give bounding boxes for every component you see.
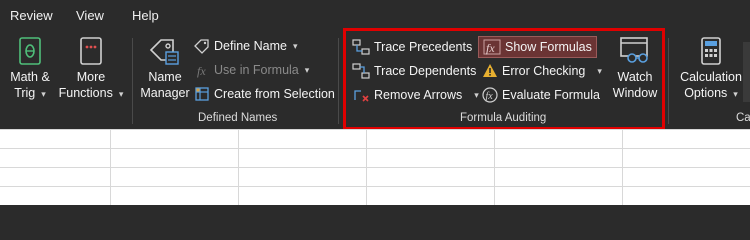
calculation-options-button[interactable]: Calculation Options ▾ — [676, 36, 746, 102]
trace-precedents-icon — [352, 39, 370, 55]
svg-text:fx: fx — [486, 41, 495, 55]
trace-dependents-button[interactable]: Trace Dependents — [352, 60, 476, 82]
name-manager-label-2: Manager — [140, 86, 190, 100]
formula-auditing-group-label: Formula Auditing — [460, 112, 547, 124]
create-from-selection-icon — [195, 87, 209, 101]
ribbon-tabs: Review View Help — [0, 0, 750, 32]
show-formulas-button[interactable]: fx Show Formulas — [478, 36, 597, 58]
gridline — [238, 129, 239, 205]
math-trig-button[interactable]: Math & Trig ▾ — [6, 36, 54, 102]
ribbon: Math & Trig ▾ More Functions ▾ Name Manage… — [0, 32, 750, 129]
worksheet-grid[interactable] — [0, 129, 750, 205]
gridline — [110, 129, 111, 205]
name-manager-icon — [149, 39, 179, 65]
show-formulas-label: Show Formulas — [505, 40, 592, 54]
more-functions-icon — [80, 37, 102, 65]
group-separator — [338, 38, 339, 124]
use-in-formula-icon: fx — [197, 64, 206, 78]
remove-arrows-label: Remove Arrows — [374, 88, 463, 102]
more-functions-label-2: Functions ▾ — [58, 86, 124, 100]
defined-names-group-label: Defined Names — [198, 112, 278, 124]
tab-review[interactable]: Review — [10, 8, 53, 23]
show-formulas-icon: fx — [483, 39, 501, 55]
watch-window-label-1: Watch — [617, 70, 653, 84]
math-trig-label-1: Math & — [10, 70, 50, 84]
gridline — [0, 167, 750, 168]
evaluate-formula-icon: fx — [482, 87, 498, 103]
calculation-options-icon — [701, 37, 721, 65]
calculation-options-label-2: Options ▾ — [684, 86, 738, 100]
trace-dependents-label: Trace Dependents — [374, 64, 477, 78]
tab-help[interactable]: Help — [132, 8, 159, 23]
svg-text:fx: fx — [486, 91, 494, 102]
define-name-label: Define Name — [214, 39, 287, 53]
define-name-button[interactable]: Define Name ▾ — [194, 35, 297, 57]
error-checking-label: Error Checking — [502, 64, 586, 78]
evaluate-formula-button[interactable]: fx Evaluate Formula — [482, 84, 600, 106]
error-checking-button[interactable]: Error Checking ▾ — [482, 60, 602, 82]
watch-window-icon — [620, 37, 648, 63]
watch-window-button[interactable]: Watch Window — [606, 36, 664, 101]
trace-precedents-button[interactable]: Trace Precedents — [352, 36, 472, 58]
calculation-group-label-partial: Ca — [736, 112, 750, 124]
trace-precedents-label: Trace Precedents — [374, 40, 473, 54]
define-name-icon — [194, 39, 209, 54]
gridline — [366, 129, 367, 205]
svg-text:fx: fx — [197, 64, 206, 78]
tab-view[interactable]: View — [76, 8, 104, 23]
watch-window-label-2: Window — [612, 86, 658, 100]
create-from-selection-button[interactable]: Create from Selection — [194, 83, 335, 105]
remove-arrows-icon — [354, 90, 369, 102]
group-separator — [132, 38, 133, 124]
gridline — [494, 129, 495, 205]
use-in-formula-label: Use in Formula — [214, 63, 299, 77]
evaluate-formula-label: Evaluate Formula — [502, 88, 600, 102]
math-trig-label-2: Trig ▾ — [14, 86, 46, 100]
more-functions-label-1: More — [76, 70, 106, 84]
trace-dependents-icon — [352, 63, 370, 79]
gridline — [0, 186, 750, 187]
create-from-selection-label: Create from Selection — [214, 87, 335, 101]
gridline — [0, 129, 750, 130]
calculate-now-icon-partial[interactable] — [743, 42, 750, 102]
remove-arrows-button[interactable]: Remove Arrows ▾ — [352, 84, 479, 106]
use-in-formula-button[interactable]: fx Use in Formula ▾ — [194, 59, 309, 81]
name-manager-button[interactable]: Name Manager — [138, 36, 192, 101]
gridline — [0, 148, 750, 149]
error-checking-icon — [483, 64, 497, 77]
math-trig-icon — [19, 37, 41, 65]
gridline — [622, 129, 623, 205]
group-separator — [668, 38, 669, 124]
more-functions-button[interactable]: More Functions ▾ — [56, 36, 126, 102]
name-manager-label-1: Name — [148, 70, 182, 84]
calculation-options-label-1: Calculation — [680, 70, 742, 84]
